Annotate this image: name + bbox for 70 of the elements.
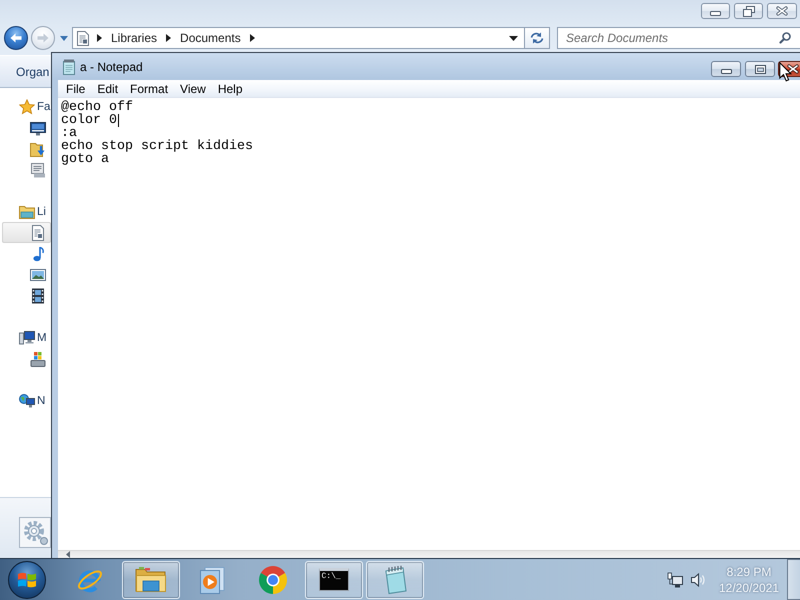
minimize-icon — [720, 69, 732, 74]
gear-icon — [19, 517, 51, 548]
ring-logo-icon — [258, 564, 288, 594]
picture-icon — [30, 266, 46, 282]
taskbar-button[interactable] — [366, 560, 424, 598]
document-icon — [30, 224, 46, 240]
computer-icon — [19, 330, 35, 346]
hard-drive-icon — [30, 350, 46, 366]
menu-item[interactable]: View — [174, 80, 212, 96]
sidebar-item[interactable]: N — [2, 390, 51, 411]
minimize-button[interactable] — [711, 61, 741, 77]
menu-item[interactable]: File — [60, 80, 92, 96]
sidebar-item[interactable]: Fa — [2, 96, 51, 117]
speaker-icon[interactable] — [690, 572, 706, 588]
restore-icon — [742, 6, 754, 16]
notepad-icon — [63, 58, 75, 74]
taskbar-button[interactable] — [258, 564, 288, 594]
minimize-icon — [710, 11, 721, 16]
list-window-icon — [30, 162, 46, 178]
breadcrumb-arrow-icon[interactable] — [250, 34, 255, 42]
sidebar-item[interactable]: Li — [2, 201, 51, 222]
taskbar-button[interactable]: C:\_ — [304, 560, 362, 598]
breadcrumb-arrow-icon[interactable] — [97, 34, 102, 42]
folder-down-arrow-icon — [30, 140, 46, 156]
star-icon — [19, 98, 35, 114]
film-strip-icon — [30, 288, 46, 304]
sidebar-item[interactable]: M — [2, 327, 51, 348]
close-button[interactable] — [767, 3, 797, 19]
text-line: @echo off — [61, 101, 133, 114]
close-icon — [787, 64, 799, 74]
mouse-pointer-icon — [779, 62, 792, 82]
text-line: :a — [61, 127, 77, 140]
dropdown-caret-icon[interactable] — [509, 36, 518, 40]
back-button[interactable] — [4, 26, 28, 50]
network-monitor-icon[interactable] — [667, 572, 683, 588]
menu-item[interactable]: Help — [212, 80, 249, 96]
text-line: color 0 — [61, 114, 117, 127]
search-field[interactable]: Search Documents — [557, 27, 800, 49]
maximize-button[interactable] — [745, 61, 775, 77]
monitor-icon — [30, 120, 46, 136]
arrow-right-icon — [37, 33, 49, 43]
address-bar[interactable]: Libraries Documents — [72, 27, 525, 49]
document-icon — [77, 30, 89, 46]
terminal-icon: C:\_ — [318, 568, 348, 591]
scroll-left-arrow-icon[interactable] — [66, 551, 70, 558]
start-button[interactable] — [8, 560, 46, 598]
breadcrumb-arrow-icon[interactable] — [166, 34, 172, 42]
window-title: a - Notepad — [80, 60, 143, 74]
maximize-icon — [754, 64, 766, 74]
text-line: echo stop script kiddies — [61, 140, 253, 153]
close-icon — [776, 6, 788, 16]
refresh-button[interactable] — [525, 27, 550, 49]
flag-icon — [17, 570, 37, 588]
refresh-arrows-icon — [529, 31, 545, 45]
breadcrumb-item[interactable]: Libraries — [106, 31, 162, 45]
folder-icon — [134, 564, 168, 594]
search-icon[interactable] — [779, 32, 791, 44]
folder-icon — [19, 204, 35, 220]
menu-item[interactable]: Edit — [91, 80, 124, 96]
breadcrumb-item[interactable]: Documents — [175, 31, 246, 45]
menu-item[interactable]: Format — [124, 80, 174, 96]
restore-button[interactable] — [734, 3, 763, 19]
organize-button[interactable]: Organ — [16, 64, 50, 78]
arrow-left-icon — [10, 33, 22, 43]
minimize-button[interactable] — [701, 3, 730, 19]
globe-monitor-icon — [19, 392, 35, 408]
show-desktop-button[interactable] — [787, 559, 800, 600]
text-line: goto a — [61, 153, 109, 166]
horizontal-scrollbar[interactable] — [58, 550, 800, 558]
taskbar-button[interactable] — [122, 560, 180, 598]
